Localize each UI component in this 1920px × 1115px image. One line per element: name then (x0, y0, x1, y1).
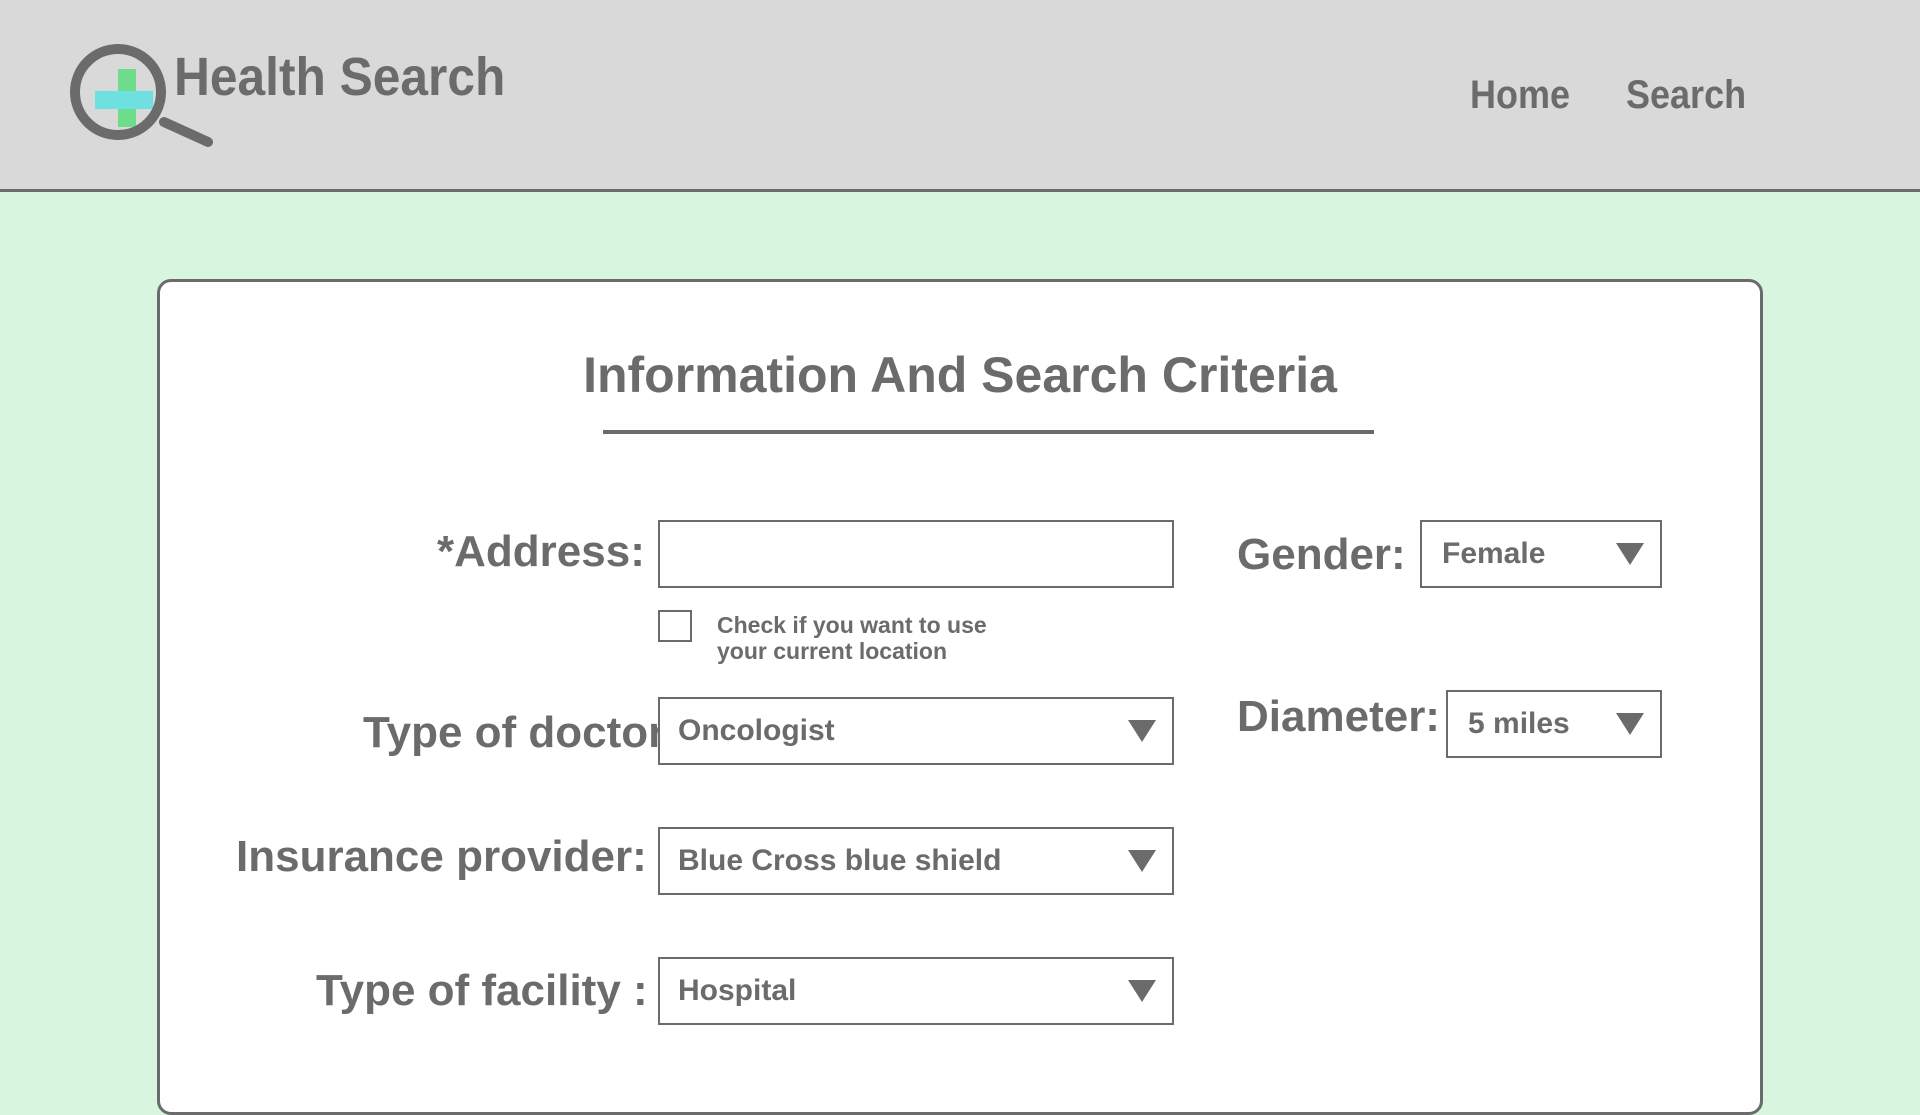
current-location-label-line1: Check if you want to use (717, 612, 987, 638)
doctor-type-select[interactable]: Oncologist (658, 697, 1174, 765)
insurance-provider-select[interactable]: Blue Cross blue shield (658, 827, 1174, 895)
gender-select[interactable]: Female (1420, 520, 1662, 588)
chevron-down-icon (1616, 543, 1644, 565)
diameter-value: 5 miles (1468, 707, 1570, 740)
diameter-label: Diameter: (1237, 692, 1440, 741)
current-location-checkbox[interactable] (658, 610, 692, 642)
insurance-provider-value: Blue Cross blue shield (678, 844, 1002, 877)
title-underline (603, 430, 1374, 434)
header-bar: Health Search Home Search (0, 0, 1920, 192)
form-title: Information And Search Criteria (583, 347, 1337, 403)
current-location-label-line2: your current location (717, 638, 948, 664)
facility-type-label: Type of facility : (316, 966, 648, 1015)
chevron-down-icon (1616, 713, 1644, 735)
facility-type-select[interactable]: Hospital (658, 957, 1174, 1025)
brand-name[interactable]: Health Search (174, 46, 505, 108)
nav-home-link[interactable]: Home (1470, 73, 1570, 118)
address-label: *Address: (437, 527, 645, 576)
chevron-down-icon (1128, 850, 1156, 872)
diameter-select[interactable]: 5 miles (1446, 690, 1662, 758)
doctor-type-label: Type of doctor: (363, 708, 680, 757)
insurance-provider-label: Insurance provider: (236, 832, 647, 881)
gender-label: Gender: (1237, 530, 1406, 579)
address-input[interactable] (658, 520, 1174, 588)
chevron-down-icon (1128, 980, 1156, 1002)
current-location-label: Check if you want to use your current lo… (717, 612, 1037, 664)
gender-value: Female (1442, 537, 1546, 570)
nav-search-link[interactable]: Search (1626, 73, 1746, 118)
facility-type-value: Hospital (678, 974, 797, 1007)
doctor-type-value: Oncologist (678, 714, 835, 747)
chevron-down-icon (1128, 720, 1156, 742)
